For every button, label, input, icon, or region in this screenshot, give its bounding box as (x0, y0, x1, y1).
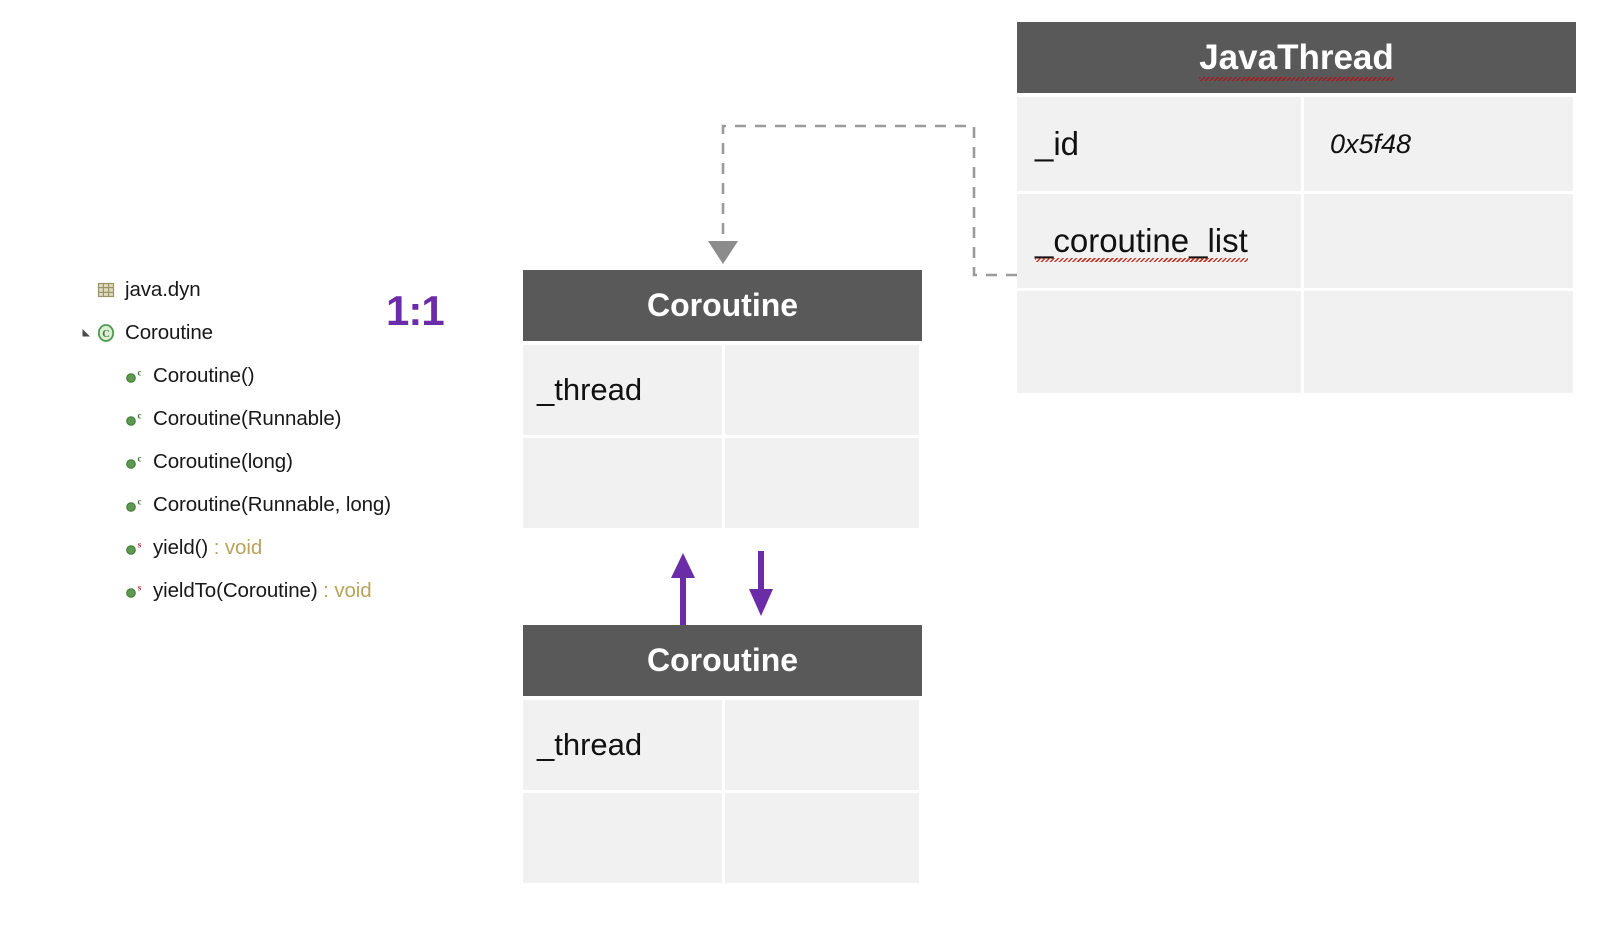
javathread-row-id: _id 0x5f48 (1017, 97, 1576, 191)
coroutine-top-row-thread: _thread (523, 345, 922, 435)
coroutine-class-box-bottom: Coroutine _thread (523, 625, 922, 883)
coroutine-top-field-thread: _thread (537, 372, 643, 407)
javathread-body: _id 0x5f48 _coroutine_list (1017, 97, 1576, 393)
coroutine-bottom-field-thread: _thread (537, 727, 643, 762)
tree-item-constructor-1[interactable]: c Coroutine(Runnable) (78, 397, 478, 440)
javathread-field-coroutine-list: _coroutine_list (1035, 222, 1248, 262)
cardinality-label: 1:1 (386, 287, 445, 334)
svg-text:s: s (138, 539, 142, 549)
javathread-field-value-cell (1304, 194, 1573, 288)
coroutine-top-title: Coroutine (646, 287, 799, 323)
javathread-row-coroutine-list: _coroutine_list (1017, 194, 1576, 288)
method-return-type: : void (317, 578, 372, 602)
coroutine-bottom-header: Coroutine (523, 625, 922, 696)
coroutine-top-body: _thread (523, 345, 922, 528)
tree-item-method-yieldto[interactable]: s yieldTo(Coroutine) : void (78, 569, 478, 612)
coroutine-bottom-row-empty (523, 793, 922, 883)
coroutine-field-name-cell: _thread (523, 700, 725, 790)
tree-item-method-yield[interactable]: s yield() : void (78, 526, 478, 569)
tree-item-constructor-3[interactable]: c Coroutine(Runnable, long) (78, 483, 478, 526)
constructor-icon: c (126, 367, 142, 383)
svg-text:c: c (138, 496, 142, 506)
tree-item-constructor-2[interactable]: c Coroutine(long) (78, 440, 478, 483)
tree-item-label: Coroutine(long) (153, 449, 293, 473)
coroutine-field-value-cell (725, 345, 919, 435)
javathread-field-value-cell (1304, 291, 1573, 393)
chevron-down-icon[interactable] (78, 327, 96, 339)
coroutine-bottom-row-thread: _thread (523, 700, 922, 790)
yield-arrow-down (749, 551, 773, 616)
coroutine-field-name-cell (523, 438, 725, 528)
coroutine-bottom-title: Coroutine (646, 642, 799, 678)
javathread-class-box: JavaThread _id 0x5f48 _coroutine_list (1017, 22, 1576, 393)
association-coroutine-list-dashed (708, 124, 1017, 277)
svg-text:c: c (138, 453, 142, 463)
tree-item-label: yieldTo(Coroutine) : void (153, 579, 372, 603)
coroutine-field-value-cell (725, 438, 919, 528)
tree-item-constructor-0[interactable]: c Coroutine() (78, 354, 478, 397)
tree-item-label: java.dyn (125, 277, 201, 301)
tree-item-label: Coroutine(Runnable) (153, 406, 342, 430)
tree-item-label: Coroutine (125, 320, 213, 344)
tree-item-label: Coroutine(Runnable, long) (153, 492, 391, 516)
coroutine-top-header: Coroutine (523, 270, 922, 341)
javathread-field-id: _id (1035, 125, 1080, 162)
javathread-title: JavaThread (1199, 37, 1394, 81)
javathread-row-empty (1017, 291, 1576, 393)
coroutine-bottom-body: _thread (523, 700, 922, 883)
coroutine-top-row-empty (523, 438, 922, 528)
package-icon (97, 282, 115, 297)
javathread-field-name-cell (1017, 291, 1304, 393)
static-method-icon: s (126, 582, 142, 598)
svg-text:c: c (138, 410, 142, 420)
javathread-field-name-cell: _coroutine_list (1017, 194, 1304, 288)
svg-text:c: c (138, 367, 142, 377)
coroutine-class-box-top: Coroutine _thread (523, 270, 922, 528)
coroutine-field-name-cell (523, 793, 725, 883)
coroutine-field-value-cell (725, 793, 919, 883)
method-name: yield() (153, 535, 209, 559)
method-return-type: : void (208, 535, 263, 559)
constructor-icon: c (126, 410, 142, 426)
static-method-icon: s (126, 539, 142, 555)
javathread-field-value-cell: 0x5f48 (1304, 97, 1573, 191)
method-name: yieldTo(Coroutine) (153, 578, 318, 602)
javathread-field-name-cell: _id (1017, 97, 1304, 191)
constructor-icon: c (126, 496, 142, 512)
association-arrowhead (708, 241, 738, 264)
svg-text:C: C (102, 329, 110, 340)
yield-arrow-up (671, 553, 695, 625)
javathread-value-id: 0x5f48 (1330, 128, 1412, 159)
svg-text:s: s (138, 582, 142, 592)
tree-item-label: Coroutine() (153, 363, 255, 387)
tree-item-label: yield() : void (153, 536, 262, 560)
coroutine-field-value-cell (725, 700, 919, 790)
javathread-header: JavaThread (1017, 22, 1576, 93)
coroutine-field-name-cell: _thread (523, 345, 725, 435)
constructor-icon: c (126, 453, 142, 469)
class-icon: C (97, 323, 115, 342)
